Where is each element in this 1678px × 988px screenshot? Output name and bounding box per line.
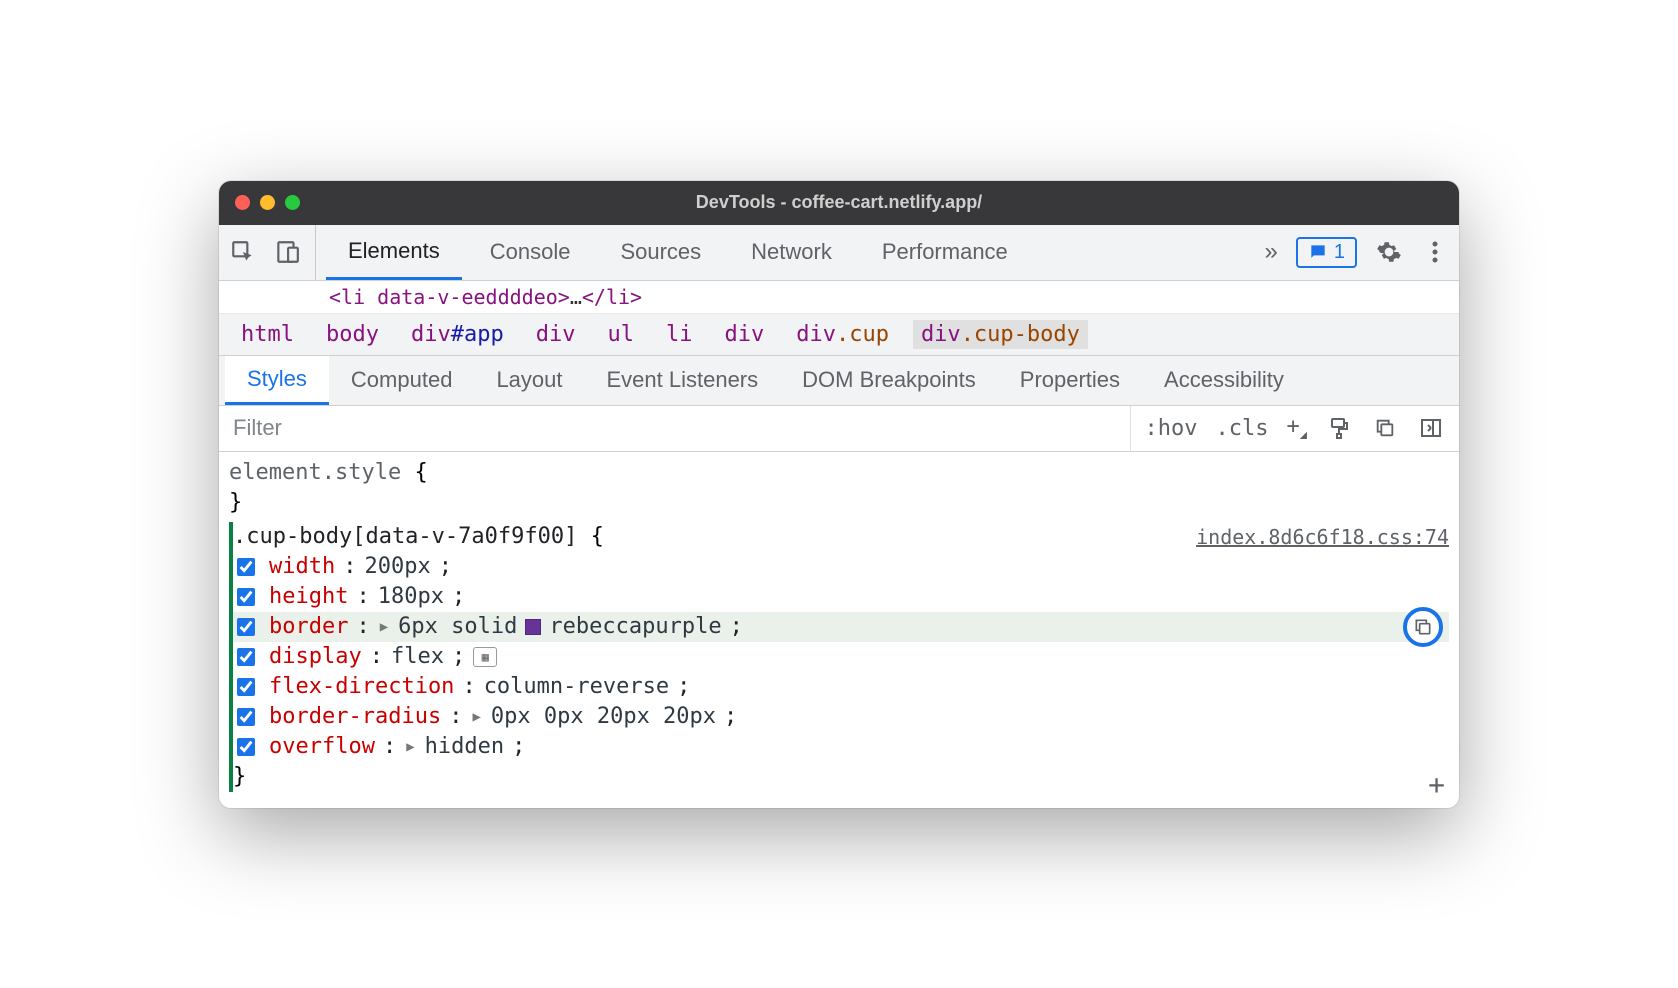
css-declaration[interactable]: flex-direction: column-reverse; [233, 672, 1449, 702]
breadcrumb-item[interactable]: body [318, 320, 387, 349]
decl-toggle[interactable] [237, 648, 255, 666]
decl-toggle[interactable] [237, 558, 255, 576]
styles-filter-row: :hov .cls +◢ [219, 406, 1459, 452]
breadcrumb-item[interactable]: div.cup-body [913, 320, 1088, 349]
css-declaration[interactable]: overflow: ▶ hidden; [233, 732, 1449, 762]
gear-icon[interactable] [1375, 238, 1403, 266]
subtab-computed[interactable]: Computed [329, 356, 475, 405]
expand-icon[interactable]: ▶ [380, 612, 388, 642]
styles-pane: element.style { } .cup-body[data-v-7a0f9… [219, 452, 1459, 808]
paint-icon[interactable] [1325, 414, 1353, 442]
main-toolbar: ElementsConsoleSourcesNetworkPerformance… [219, 225, 1459, 281]
subtab-layout[interactable]: Layout [474, 356, 584, 405]
decl-toggle[interactable] [237, 678, 255, 696]
decl-toggle[interactable] [237, 738, 255, 756]
stylesheet-link[interactable]: index.8d6c6f18.css:74 [1196, 522, 1449, 552]
css-declaration[interactable]: border-radius: ▶ 0px 0px 20px 20px; [233, 702, 1449, 732]
subtab-accessibility[interactable]: Accessibility [1142, 356, 1306, 405]
flex-editor-icon[interactable]: ▦ [473, 647, 497, 667]
copy-declaration-button[interactable] [1403, 607, 1443, 647]
breadcrumb-item[interactable]: div [528, 320, 584, 349]
breadcrumb-item[interactable]: ul [599, 320, 642, 349]
subtab-properties[interactable]: Properties [998, 356, 1142, 405]
titlebar: DevTools - coffee-cart.netlify.app/ [219, 181, 1459, 225]
dom-tree-row[interactable]: <li data-v-eeddddeo>…</li> [219, 281, 1459, 314]
more-tabs-icon[interactable]: » [1265, 238, 1278, 266]
tab-performance[interactable]: Performance [860, 225, 1030, 280]
css-declaration[interactable]: display: flex; ▦ [233, 642, 1449, 672]
tab-elements[interactable]: Elements [326, 225, 462, 280]
decl-toggle[interactable] [237, 588, 255, 606]
css-declaration[interactable]: width: 200px; [233, 552, 1449, 582]
devtools-window: DevTools - coffee-cart.netlify.app/ Elem… [219, 181, 1459, 808]
copy-icon[interactable] [1371, 414, 1399, 442]
tab-sources[interactable]: Sources [598, 225, 723, 280]
expand-icon[interactable]: ▶ [472, 702, 480, 732]
css-declaration[interactable]: border: ▶ 6px solid rebeccapurple; [233, 612, 1449, 642]
subtab-event-listeners[interactable]: Event Listeners [585, 356, 781, 405]
main-tabs: ElementsConsoleSourcesNetworkPerformance [326, 225, 1030, 280]
computed-toggle-icon[interactable] [1417, 414, 1445, 442]
window-title: DevTools - coffee-cart.netlify.app/ [696, 192, 982, 213]
tab-network[interactable]: Network [729, 225, 854, 280]
subtab-dom-breakpoints[interactable]: DOM Breakpoints [780, 356, 998, 405]
traffic-lights [235, 195, 300, 210]
inspect-icon[interactable] [229, 238, 257, 266]
css-declaration[interactable]: height: 180px; [233, 582, 1449, 612]
maximize-icon[interactable] [285, 195, 300, 210]
decl-toggle[interactable] [237, 708, 255, 726]
breadcrumb-item[interactable]: div.cup [788, 320, 897, 349]
kebab-icon[interactable] [1421, 238, 1449, 266]
breadcrumb: htmlbodydiv#appdivullidivdiv.cupdiv.cup-… [219, 314, 1459, 356]
new-rule-button[interactable]: +◢ [1287, 414, 1307, 441]
hov-button[interactable]: :hov [1145, 416, 1198, 441]
element-style-rule[interactable]: element.style { } [229, 458, 1449, 518]
styles-tabs: StylesComputedLayoutEvent ListenersDOM B… [219, 356, 1459, 406]
cls-button[interactable]: .cls [1216, 416, 1269, 441]
expand-icon[interactable]: ▶ [406, 732, 414, 762]
add-declaration-button[interactable]: + [1428, 770, 1445, 800]
breadcrumb-item[interactable]: html [233, 320, 302, 349]
breadcrumb-item[interactable]: div [716, 320, 772, 349]
issues-badge[interactable]: 1 [1296, 237, 1357, 268]
subtab-styles[interactable]: Styles [225, 356, 329, 405]
color-swatch[interactable] [525, 619, 541, 635]
filter-input[interactable] [219, 415, 1130, 441]
minimize-icon[interactable] [260, 195, 275, 210]
issues-count: 1 [1334, 241, 1345, 264]
cup-body-rule: .cup-body[data-v-7a0f9f00] { index.8d6c6… [229, 522, 1449, 792]
device-toggle-icon[interactable] [273, 238, 301, 266]
edited-marker [229, 522, 233, 792]
tab-console[interactable]: Console [468, 225, 593, 280]
breadcrumb-item[interactable]: div#app [403, 320, 512, 349]
close-icon[interactable] [235, 195, 250, 210]
breadcrumb-item[interactable]: li [658, 320, 701, 349]
decl-toggle[interactable] [237, 618, 255, 636]
